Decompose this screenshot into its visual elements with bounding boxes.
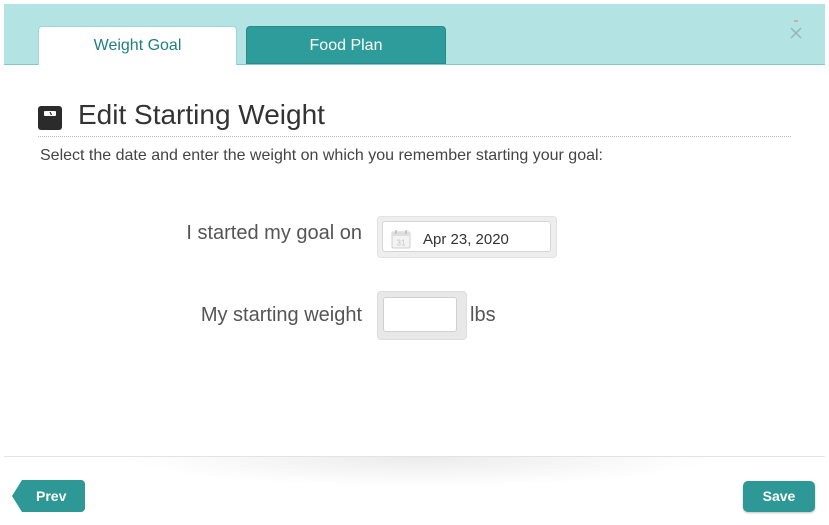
tab-weight-goal[interactable]: Weight Goal [38, 26, 237, 65]
weight-unit-label: lbs [470, 304, 496, 326]
prev-button[interactable]: Prev [12, 480, 85, 512]
footer-divider [4, 456, 825, 457]
footer-shadow [120, 457, 720, 487]
start-date-value: Apr 23, 2020 [423, 231, 509, 248]
tab-food-plan[interactable]: Food Plan [246, 26, 446, 64]
calendar-day-text: 31 [397, 239, 406, 248]
save-button[interactable]: Save [743, 481, 815, 512]
start-date-label: I started my goal on [186, 222, 362, 244]
start-date-input[interactable]: 31 Apr 23, 2020 [382, 221, 551, 252]
instructions-text: Select the date and enter the weight on … [40, 147, 603, 164]
scale-icon [38, 106, 62, 130]
calendar-icon[interactable]: 31 [391, 229, 411, 249]
page-title: Edit Starting Weight [78, 99, 325, 130]
starting-weight-label: My starting weight [200, 304, 362, 326]
close-icon[interactable] [789, 20, 803, 40]
starting-weight-wrapper [377, 291, 467, 340]
prev-button-label: Prev [36, 488, 67, 504]
section-header: Edit Starting Weight [38, 96, 791, 137]
tab-bar: Weight Goal Food Plan [4, 4, 825, 65]
starting-weight-input[interactable] [383, 297, 457, 332]
start-date-field[interactable]: 31 Apr 23, 2020 [377, 216, 557, 258]
